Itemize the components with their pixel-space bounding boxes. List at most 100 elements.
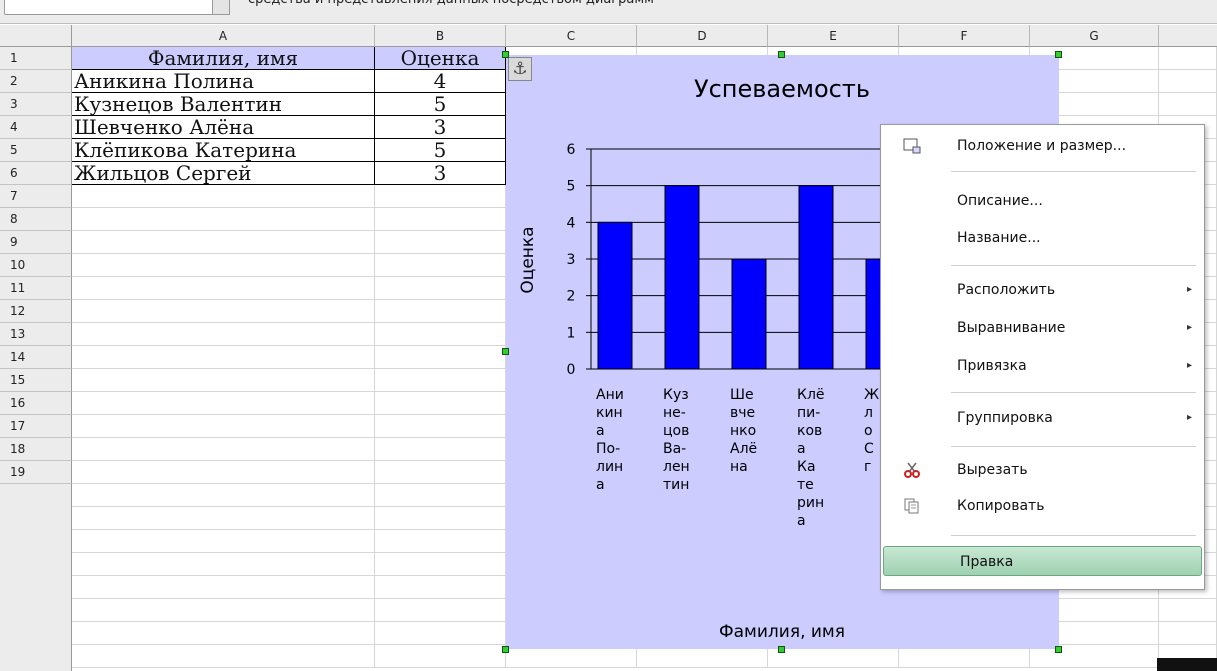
row-header-15[interactable]: 15 (0, 369, 72, 392)
empty-cell[interactable] (1159, 622, 1217, 645)
column-header-a[interactable]: A (72, 25, 375, 47)
menu-item-arrange[interactable]: Расположить ▸ (881, 275, 1204, 305)
cell-a1[interactable]: Фамилия, имя (72, 47, 375, 70)
empty-cell[interactable] (1159, 70, 1217, 93)
row-header-11[interactable]: 11 (0, 277, 72, 300)
row-header-2[interactable]: 2 (0, 70, 72, 93)
empty-cell[interactable] (375, 254, 506, 277)
empty-cell[interactable] (375, 300, 506, 323)
menu-item-description[interactable]: Описание... (881, 186, 1204, 216)
cell-b4[interactable]: 3 (375, 116, 506, 139)
empty-cell[interactable] (72, 185, 375, 208)
empty-cell[interactable] (72, 645, 375, 668)
resize-handle-bottom-left[interactable] (502, 646, 509, 653)
empty-cell[interactable] (375, 553, 506, 576)
empty-cell[interactable] (72, 461, 375, 484)
row-header-6[interactable]: 6 (0, 162, 72, 185)
column-header-g[interactable]: G (1030, 25, 1159, 47)
resize-handle-bottom[interactable] (778, 646, 785, 653)
empty-cell[interactable] (72, 323, 375, 346)
empty-cell[interactable] (72, 576, 375, 599)
cell-b2[interactable]: 4 (375, 70, 506, 93)
row-header-3[interactable]: 3 (0, 93, 72, 116)
resize-handle-top-left[interactable] (502, 51, 509, 58)
empty-cell[interactable] (375, 438, 506, 461)
menu-item-position-size[interactable]: Положение и размер... (881, 131, 1204, 161)
empty-cell[interactable] (72, 438, 375, 461)
cell-b5[interactable]: 5 (375, 139, 506, 162)
row-header-16[interactable]: 16 (0, 392, 72, 415)
empty-cell[interactable] (375, 392, 506, 415)
empty-cell[interactable] (375, 622, 506, 645)
empty-cell[interactable] (375, 576, 506, 599)
empty-cell[interactable] (72, 300, 375, 323)
empty-cell[interactable] (72, 530, 375, 553)
row-header-12[interactable]: 12 (0, 300, 72, 323)
empty-cell[interactable] (72, 254, 375, 277)
empty-cell[interactable] (375, 185, 506, 208)
empty-cell[interactable] (375, 346, 506, 369)
select-all-corner[interactable] (0, 25, 72, 47)
empty-cell[interactable] (375, 484, 506, 507)
row-header-4[interactable]: 4 (0, 116, 72, 139)
row-header-13[interactable]: 13 (0, 323, 72, 346)
empty-cell[interactable] (72, 208, 375, 231)
cell-b1[interactable]: Оценка (375, 47, 506, 70)
menu-item-edit[interactable]: Правка (883, 546, 1202, 576)
empty-cell[interactable] (375, 231, 506, 254)
menu-item-alignment[interactable]: Выравнивание ▸ (881, 313, 1204, 343)
resize-handle-bottom-right[interactable] (1055, 646, 1062, 653)
menu-item-copy[interactable]: Копировать (881, 491, 1204, 521)
empty-cell[interactable] (72, 231, 375, 254)
empty-cell[interactable] (72, 484, 375, 507)
empty-cell[interactable] (72, 277, 375, 300)
empty-cell[interactable] (72, 369, 375, 392)
empty-cell[interactable] (375, 645, 506, 668)
row-header-8[interactable]: 8 (0, 208, 72, 231)
row-header-9[interactable]: 9 (0, 231, 72, 254)
row-header-17[interactable]: 17 (0, 415, 72, 438)
column-header-f[interactable]: F (899, 25, 1030, 47)
row-header-5[interactable]: 5 (0, 139, 72, 162)
row-header-7[interactable]: 7 (0, 185, 72, 208)
empty-cell[interactable] (375, 530, 506, 553)
row-header-18[interactable]: 18 (0, 438, 72, 461)
empty-cell[interactable] (72, 553, 375, 576)
empty-cell[interactable] (375, 277, 506, 300)
empty-cell[interactable] (72, 346, 375, 369)
column-header-d[interactable]: D (637, 25, 768, 47)
resize-handle-top-right[interactable] (1055, 51, 1062, 58)
anchor-icon[interactable]: ⚓ (508, 57, 532, 81)
cell-a3[interactable]: Кузнецов Валентин (72, 93, 375, 116)
empty-cell[interactable] (72, 507, 375, 530)
cell-a6[interactable]: Жильцов Сергей (72, 162, 375, 185)
empty-cell[interactable] (375, 415, 506, 438)
empty-cell[interactable] (72, 622, 375, 645)
cell-a5[interactable]: Клёпикова Катерина (72, 139, 375, 162)
cell-a4[interactable]: Шевченко Алёна (72, 116, 375, 139)
menu-item-anchor[interactable]: Привязка ▸ (881, 351, 1204, 381)
row-header-10[interactable]: 10 (0, 254, 72, 277)
column-header-e[interactable]: E (768, 25, 899, 47)
row-header-19[interactable]: 19 (0, 461, 72, 484)
empty-cell[interactable] (375, 461, 506, 484)
empty-cell[interactable] (375, 323, 506, 346)
menu-item-group[interactable]: Группировка ▸ (881, 403, 1204, 433)
menu-item-name[interactable]: Название... (881, 223, 1204, 253)
empty-cell[interactable] (72, 599, 375, 622)
empty-cell[interactable] (72, 415, 375, 438)
resize-handle-top[interactable] (778, 51, 785, 58)
cell-a2[interactable]: Аникина Полина (72, 70, 375, 93)
empty-cell[interactable] (72, 392, 375, 415)
empty-cell[interactable] (1159, 93, 1217, 116)
empty-cell[interactable] (1159, 599, 1217, 622)
cell-b6[interactable]: 3 (375, 162, 506, 185)
row-header-14[interactable]: 14 (0, 346, 72, 369)
empty-cell[interactable] (375, 599, 506, 622)
column-header-h[interactable] (1159, 25, 1217, 47)
column-header-c[interactable]: C (506, 25, 637, 47)
column-header-b[interactable]: B (375, 25, 506, 47)
empty-cell[interactable] (1159, 47, 1217, 70)
empty-cell[interactable] (375, 507, 506, 530)
empty-cell[interactable] (375, 369, 506, 392)
